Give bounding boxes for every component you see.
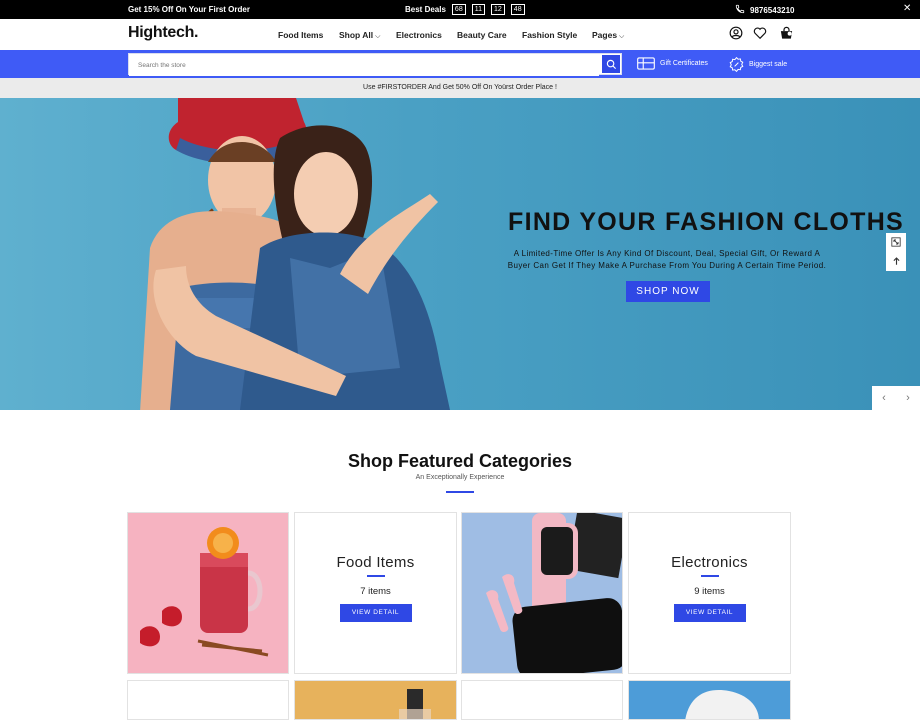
category-divider <box>366 575 385 577</box>
category-image-watch[interactable] <box>461 512 623 674</box>
category-count: 7 items <box>360 586 391 597</box>
phone-number: 9876543210 <box>750 5 795 15</box>
side-tools <box>886 233 906 271</box>
chevron-right-icon[interactable]: › <box>906 392 910 404</box>
section-subtitle: An Exceptionally Experience <box>415 474 505 481</box>
chevron-down-icon: ⌵ <box>373 33 381 40</box>
close-icon[interactable]: ✕ <box>903 3 911 14</box>
countdown-seconds: 48 <box>510 4 525 15</box>
slider-nav: ‹ › <box>872 386 920 410</box>
view-detail-button[interactable]: VIEW DETAIL <box>673 604 746 622</box>
nav-fashion-style[interactable]: Fashion Style <box>522 30 577 40</box>
nav-beauty-care[interactable]: Beauty Care <box>457 30 507 40</box>
view-detail-button[interactable]: VIEW DETAIL <box>339 604 412 622</box>
gift-certificates-label: Gift Certificates <box>660 60 708 67</box>
category-card-blank-2[interactable] <box>461 680 623 720</box>
account-icon[interactable] <box>729 26 743 45</box>
hero-text: A Limited-Time Offer Is Any Kind Of Disc… <box>507 249 827 270</box>
category-name: Electronics <box>671 554 748 571</box>
category-image-perfume[interactable] <box>294 680 457 720</box>
drink-image <box>128 513 288 673</box>
arrow-up-icon[interactable] <box>892 253 901 271</box>
search-box <box>128 53 622 76</box>
search-bar: Gift Certificates Biggest sale <box>0 50 920 78</box>
top-bar: Get 15% Off On Your First Order Best Dea… <box>0 0 920 19</box>
cap-image <box>629 681 790 719</box>
cart-icon[interactable] <box>779 26 794 45</box>
biggest-sale-link[interactable]: Biggest sale <box>729 57 787 72</box>
chevron-left-icon[interactable]: ‹ <box>882 392 886 404</box>
category-card-blank-1[interactable] <box>127 680 289 720</box>
nav-shop-all-label: Shop All <box>339 30 374 40</box>
countdown-minutes: 12 <box>491 4 505 15</box>
main-header: Hightech. Food Items Shop All ⌵ Electron… <box>0 19 920 50</box>
category-image-drink[interactable] <box>127 512 289 674</box>
watch-image <box>462 513 622 673</box>
hero-title: FIND YOUR FASHION CLOTHS <box>508 208 905 236</box>
deals-label: Best Deals <box>405 5 446 14</box>
biggest-sale-label: Biggest sale <box>749 61 788 68</box>
logo[interactable]: Hightech. <box>128 24 199 42</box>
search-input[interactable] <box>129 55 599 76</box>
nav-shop-all[interactable]: Shop All ⌵ <box>339 30 380 41</box>
category-divider <box>700 575 719 577</box>
announcement-bar: Use #FIRSTORDER And Get 50% Off On Yoürs… <box>0 78 920 98</box>
category-card-electronics[interactable]: Electronics 9 items VIEW DETAIL <box>628 512 791 674</box>
nav-food-items[interactable]: Food Items <box>278 30 323 40</box>
nav-electronics[interactable]: Electronics <box>396 30 442 40</box>
section-divider <box>446 491 474 493</box>
category-image-cap[interactable] <box>628 680 791 720</box>
nav-pages-label: Pages <box>592 30 618 40</box>
nav-pages[interactable]: Pages ⌵ <box>592 30 624 41</box>
promo-text: Get 15% Off On Your First Order <box>128 5 250 14</box>
gift-card-icon <box>637 57 655 70</box>
search-icon <box>606 59 616 69</box>
phone-icon <box>735 4 745 16</box>
perfume-image <box>295 681 456 719</box>
best-deals: Best Deals 68 11 12 48 <box>405 4 525 15</box>
sale-badge-icon <box>729 57 744 72</box>
hero-banner: FIND YOUR FASHION CLOTHS A Limited-Time … <box>0 98 920 410</box>
search-button[interactable] <box>602 55 620 73</box>
category-count: 9 items <box>694 586 725 597</box>
expand-icon[interactable] <box>891 234 901 252</box>
chevron-down-icon: ⌵ <box>617 33 625 40</box>
category-card-food-items[interactable]: Food Items 7 items VIEW DETAIL <box>294 512 457 674</box>
heart-icon[interactable] <box>753 26 767 45</box>
countdown-days: 68 <box>451 4 466 15</box>
gift-certificates-link[interactable]: Gift Certificates <box>637 57 708 70</box>
countdown-hours: 11 <box>471 4 485 15</box>
phone-link[interactable]: 9876543210 <box>735 4 795 16</box>
section-title: Shop Featured Categories <box>347 451 573 471</box>
shop-now-button[interactable]: SHOP NOW <box>626 281 710 302</box>
category-name: Food Items <box>336 554 415 571</box>
